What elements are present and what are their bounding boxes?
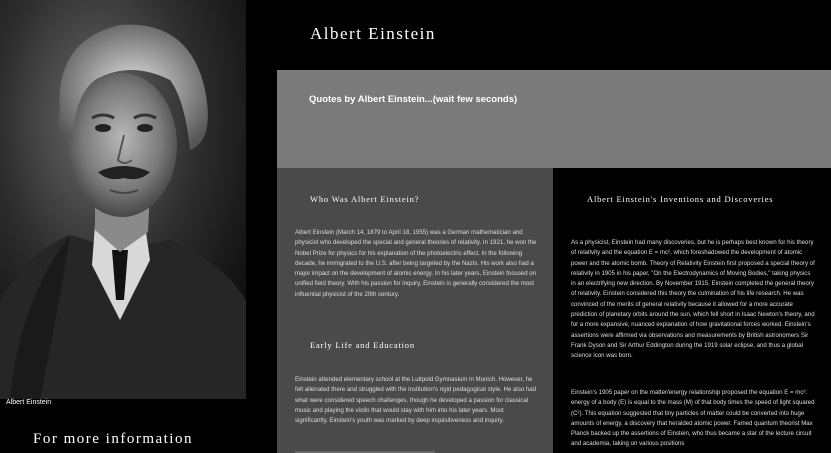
section-heading-early: Early Life and Education bbox=[310, 340, 415, 350]
section-body-early: Einstein attended elementary school at t… bbox=[295, 376, 537, 425]
more-information-link[interactable]: For more information bbox=[33, 431, 193, 448]
section-body-inventions-2: Einstein's 1905 paper on the matter/ener… bbox=[571, 389, 815, 448]
section-body-who: Albert Einstein (March 14, 1879 to April… bbox=[295, 229, 537, 298]
portrait-illustration bbox=[0, 0, 246, 399]
quote-text: Quotes by Albert Einstein...(wait few se… bbox=[309, 94, 518, 105]
right-column: Albert Einstein's Inventions and Discove… bbox=[553, 168, 831, 453]
portrait-caption: Albert Einstein bbox=[6, 399, 52, 406]
section-heading-inventions: Albert Einstein's Inventions and Discove… bbox=[587, 194, 774, 204]
page-title: Albert Einstein bbox=[310, 24, 436, 43]
quote-banner bbox=[277, 70, 831, 168]
sidebar: Albert Einstein For more information bbox=[0, 0, 246, 453]
section-body-inventions-1: As a physicist, Einstein had many discov… bbox=[571, 239, 815, 360]
section-heading-who: Who Was Albert Einstein? bbox=[310, 194, 420, 204]
portrait-image bbox=[0, 0, 246, 399]
left-column: Who Was Albert Einstein? Albert Einstein… bbox=[277, 168, 553, 453]
